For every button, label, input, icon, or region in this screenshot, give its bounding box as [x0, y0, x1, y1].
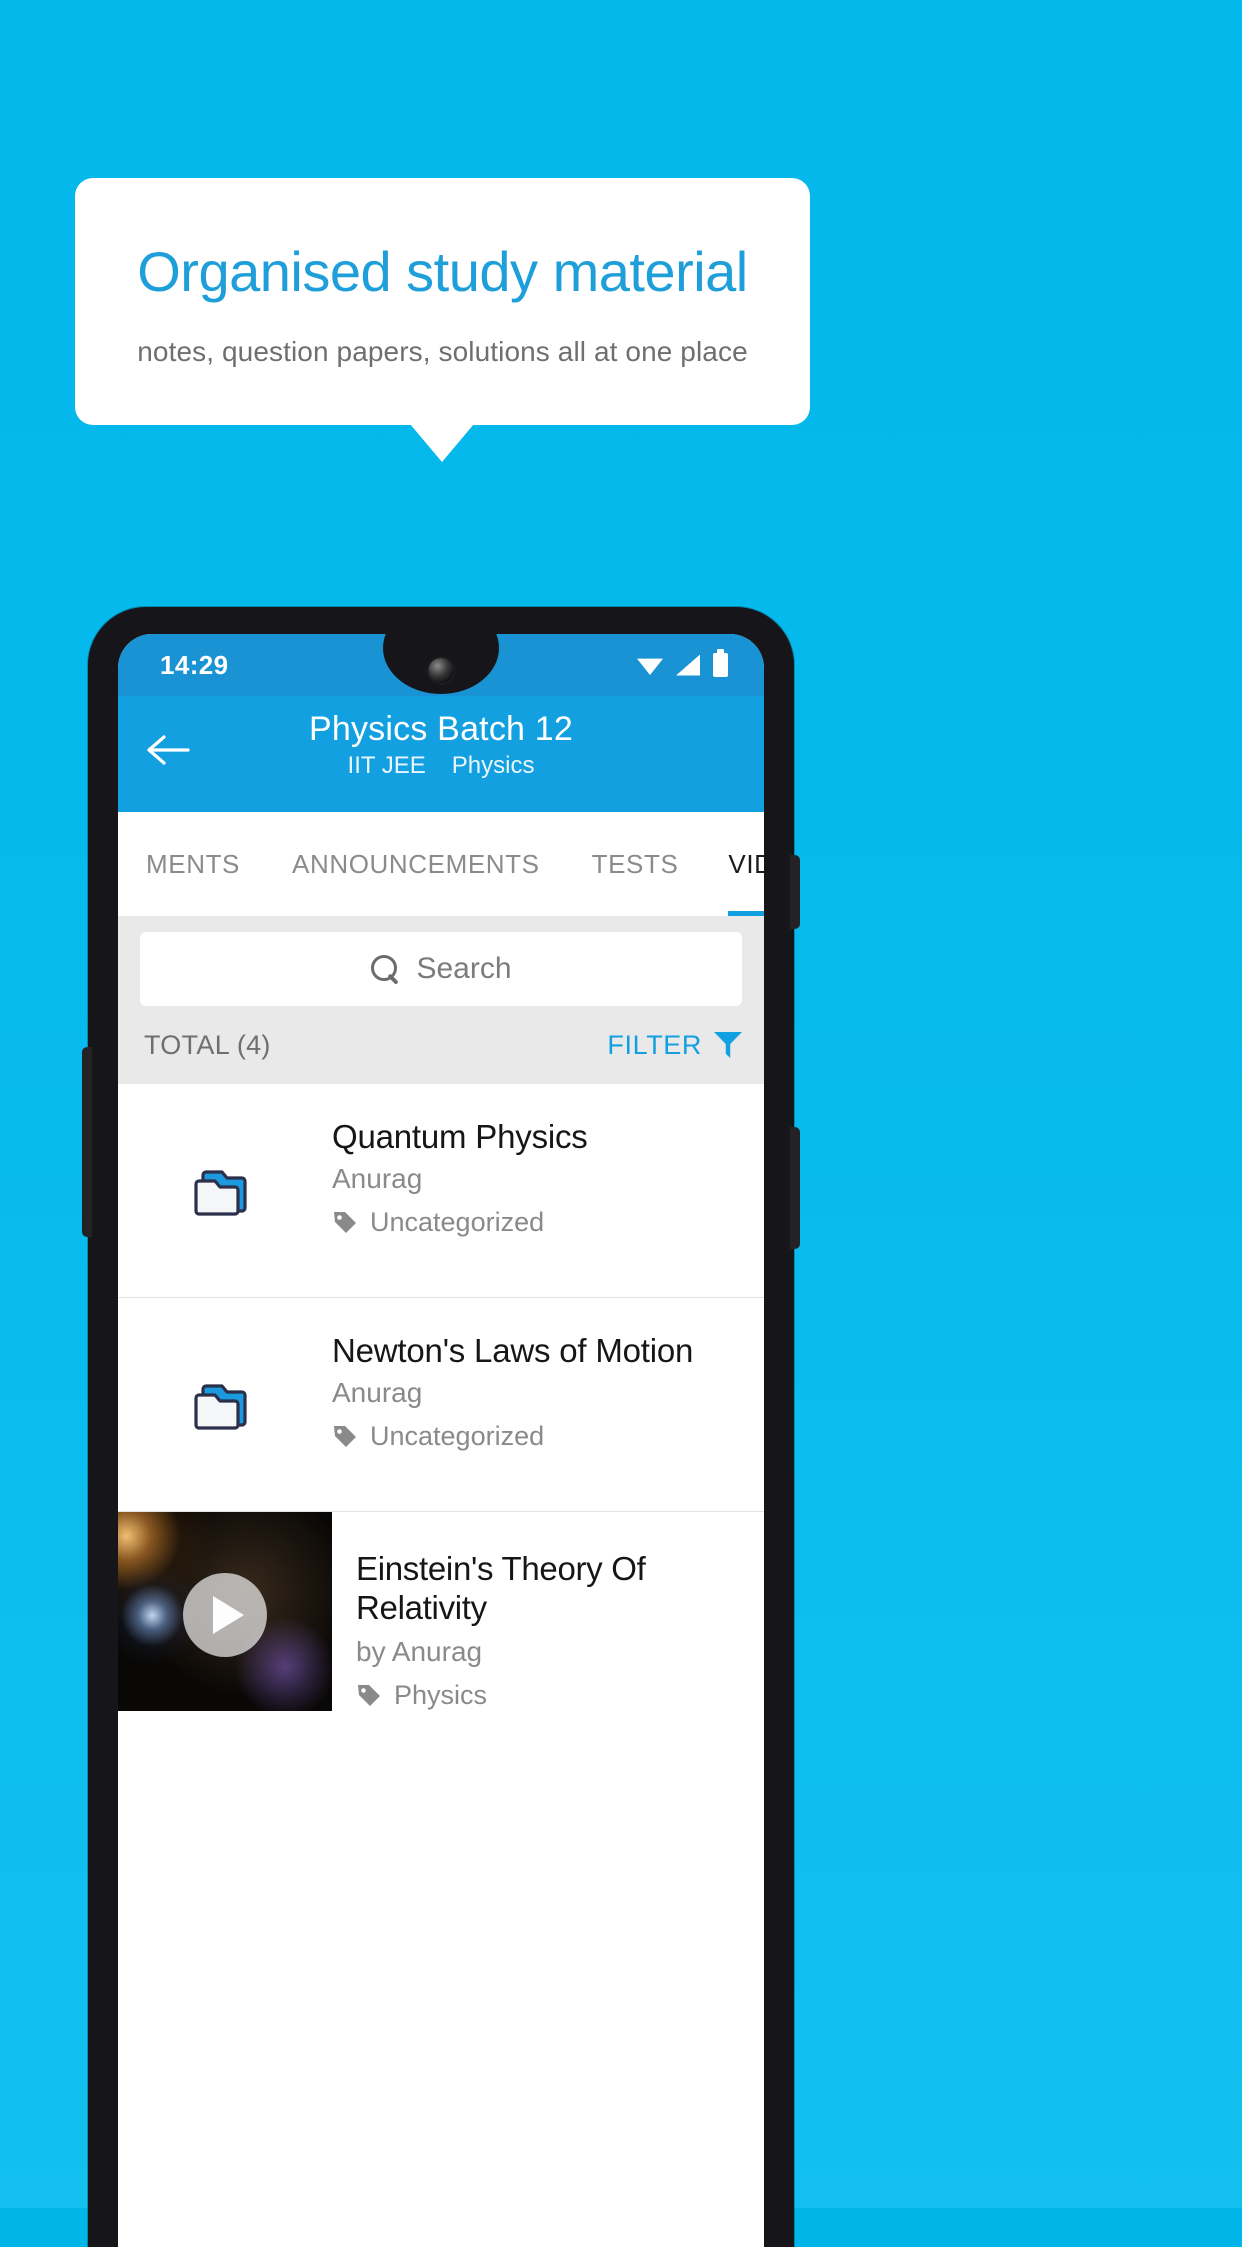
- app-bar: Physics Batch 12 IIT JEE Physics: [118, 696, 764, 812]
- list-item[interactable]: Quantum Physics Anurag Uncategorized: [118, 1084, 764, 1298]
- tab-announcements[interactable]: ANNOUNCEMENTS: [292, 812, 540, 916]
- folder-icon: [194, 1383, 247, 1430]
- tab-bar: MENTS ANNOUNCEMENTS TESTS VIDEOS: [118, 812, 764, 916]
- list-item-body: Einstein's Theory Of Relativity by Anura…: [332, 1512, 764, 1711]
- content-list: Quantum Physics Anurag Uncategorized New…: [118, 1084, 764, 1711]
- list-item-title: Newton's Laws of Motion: [332, 1332, 694, 1369]
- list-item[interactable]: Einstein's Theory Of Relativity by Anura…: [118, 1512, 764, 1711]
- list-item-author: by Anurag: [356, 1635, 483, 1667]
- list-item-body: Newton's Laws of Motion Anurag Uncategor…: [332, 1298, 713, 1478]
- promo-card: Organised study material notes, question…: [75, 178, 810, 425]
- list-item-tagline: Physics: [356, 1680, 748, 1711]
- search-zone: Search: [118, 916, 764, 1006]
- folder-icon: [194, 1169, 247, 1216]
- list-item-author: Anurag: [332, 1376, 423, 1408]
- wifi-icon: [637, 658, 663, 675]
- phone-power-button: [790, 855, 800, 929]
- total-count-label: TOTAL (4): [144, 1029, 271, 1060]
- list-item-title: Einstein's Theory Of Relativity: [356, 1550, 646, 1626]
- signal-icon: [676, 654, 700, 676]
- tag-icon: [334, 1212, 356, 1234]
- status-time: 14:29: [160, 649, 229, 680]
- phone-volume-button: [790, 1127, 800, 1249]
- phone-screen: 14:29 Physics Batch 12 IIT JEE Physics M…: [118, 634, 764, 2247]
- status-bar: 14:29: [118, 634, 764, 696]
- tag-icon: [358, 1685, 380, 1707]
- list-item[interactable]: Newton's Laws of Motion Anurag Uncategor…: [118, 1298, 764, 1512]
- app-bar-subtitle: IIT JEE Physics: [118, 752, 764, 780]
- list-item-tag: Uncategorized: [370, 1206, 545, 1237]
- video-thumbnail[interactable]: [118, 1512, 332, 1711]
- back-arrow-icon[interactable]: [142, 724, 194, 776]
- list-item-author: Anurag: [332, 1162, 423, 1194]
- status-icons: [637, 634, 728, 696]
- search-input[interactable]: Search: [140, 932, 742, 1006]
- filter-icon: [714, 1032, 742, 1058]
- list-item-title: Quantum Physics: [332, 1118, 588, 1155]
- search-icon: [370, 954, 400, 984]
- play-icon[interactable]: [183, 1573, 267, 1658]
- list-item-icon-cell: [118, 1084, 332, 1297]
- list-header: TOTAL (4) FILTER: [118, 1006, 764, 1084]
- filter-label: FILTER: [607, 1029, 702, 1060]
- battery-icon: [713, 649, 728, 677]
- filter-button[interactable]: FILTER: [607, 1030, 742, 1061]
- breadcrumb-subject: Physics: [451, 752, 535, 780]
- list-item-tagline: Uncategorized: [332, 1421, 693, 1452]
- tag-icon: [334, 1426, 356, 1448]
- promo-subtitle: notes, question papers, solutions all at…: [137, 336, 748, 368]
- tab-videos[interactable]: VIDEOS: [728, 812, 764, 916]
- phone-mockup: 14:29 Physics Batch 12 IIT JEE Physics M…: [82, 607, 800, 2247]
- app-bar-text: Physics Batch 12 IIT JEE Physics: [118, 706, 764, 780]
- phone-side-button-left: [82, 1047, 92, 1237]
- list-item-icon-cell: [118, 1298, 332, 1511]
- tab-assignments[interactable]: MENTS: [118, 812, 240, 916]
- promo-title: Organised study material: [137, 239, 748, 303]
- page-title: Physics Batch 12: [309, 710, 573, 748]
- breadcrumb-exam: IIT JEE: [347, 752, 426, 780]
- tab-tests[interactable]: TESTS: [592, 812, 679, 916]
- play-triangle-icon: [213, 1596, 244, 1635]
- promo-card-tail: [410, 424, 474, 462]
- list-item-tag: Uncategorized: [370, 1420, 545, 1451]
- search-placeholder: Search: [416, 952, 512, 985]
- list-item-tagline: Uncategorized: [332, 1207, 588, 1238]
- list-item-tag: Physics: [394, 1679, 488, 1710]
- list-item-body: Quantum Physics Anurag Uncategorized: [332, 1084, 608, 1264]
